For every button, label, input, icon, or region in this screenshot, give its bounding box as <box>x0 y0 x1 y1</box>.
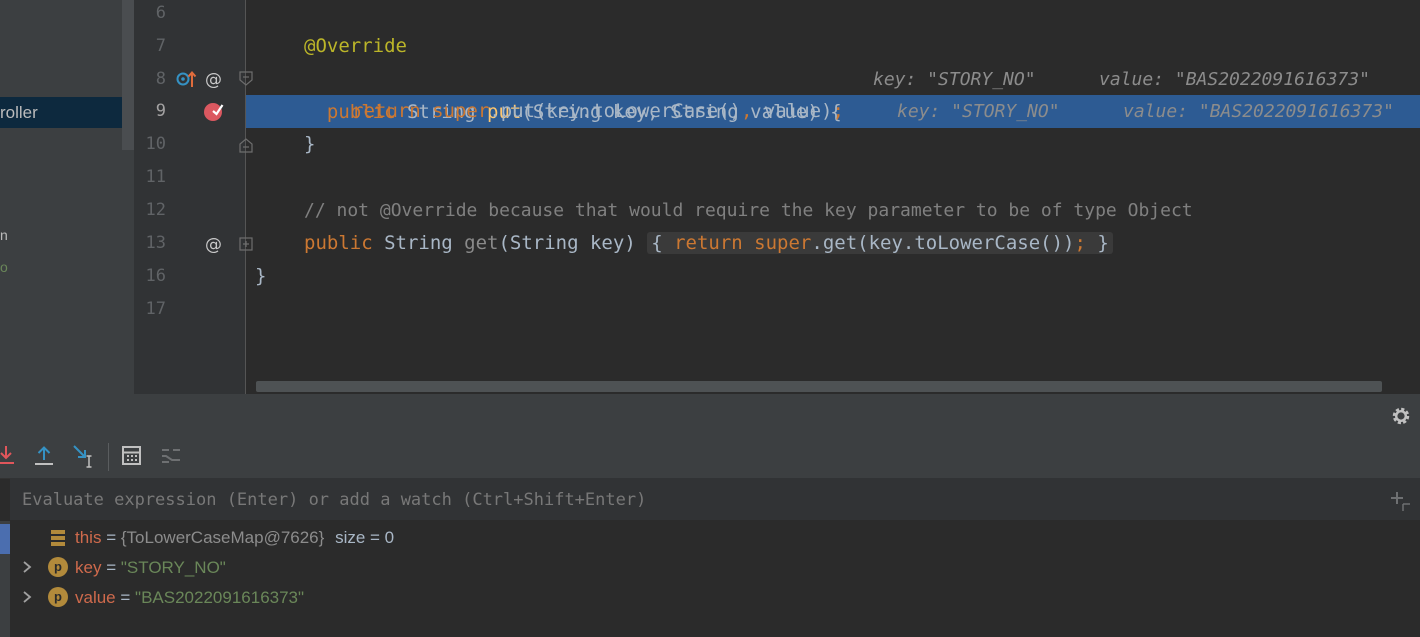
code-comment-line-12: // not @Override because that would requ… <box>304 200 1193 221</box>
frames-pane-edge <box>0 521 10 637</box>
svg-text:@: @ <box>205 235 222 254</box>
watch-expression-bar <box>10 478 1420 522</box>
breakpoint-icon[interactable] <box>202 100 226 124</box>
project-tree-fragment: n <box>0 227 8 243</box>
frame-selected[interactable] <box>0 524 10 554</box>
variable-equals: = <box>120 588 131 607</box>
inline-debug-hint-value: value: "BAS2022091616373" <box>1099 69 1370 90</box>
code-line-16: } <box>255 265 267 287</box>
project-tree-item-selected[interactable]: roller <box>0 97 122 128</box>
line-number: 13 <box>145 233 166 253</box>
line-number: 11 <box>145 167 166 187</box>
step-out-icon[interactable] <box>33 444 55 468</box>
evaluate-expression-icon[interactable] <box>121 445 143 467</box>
inline-debug-hint-key: key: "STORY_NO" <box>897 101 1060 122</box>
editor-horizontal-scrollbar[interactable] <box>256 381 1382 392</box>
code-line-13: public String get(String key) { return s… <box>304 227 1113 260</box>
run-to-cursor-icon[interactable] <box>72 444 96 470</box>
gear-icon[interactable] <box>1390 405 1412 427</box>
gutter-divider <box>245 0 246 394</box>
debug-toolbar <box>0 436 1420 479</box>
sidebar-scrollbar[interactable] <box>122 0 134 150</box>
toolbar-separator <box>108 443 109 471</box>
line-number: 8 <box>155 69 166 89</box>
fold-open-icon[interactable] <box>238 70 254 88</box>
code-line-9: return super.put(key.toLowerCase(), valu… <box>352 100 844 122</box>
variable-name: this <box>75 528 102 547</box>
line-number: 12 <box>145 200 166 220</box>
project-tree-fragment: o <box>0 259 8 275</box>
variable-name: key <box>75 558 102 577</box>
line-number: 7 <box>155 36 166 56</box>
code-line-10: } <box>304 133 316 155</box>
project-sidebar: roller n o <box>0 0 134 394</box>
line-number: 9 <box>155 101 166 121</box>
variable-value: "STORY_NO" <box>120 558 226 577</box>
project-tree-item-label: roller <box>0 103 38 122</box>
variable-extra: size = 0 <box>335 528 395 547</box>
watch-expression-input[interactable] <box>10 478 1384 522</box>
line-number: 6 <box>155 3 166 23</box>
code-line-7: @Override <box>304 35 407 57</box>
variable-value: "BAS2022091616373" <box>135 588 305 607</box>
chevron-right-icon[interactable] <box>20 590 34 604</box>
parameter-icon: p <box>48 587 68 607</box>
line-number: 17 <box>145 299 166 319</box>
annotation-at-icon[interactable]: @ <box>204 69 224 89</box>
inline-debug-hint-value: value: "BAS2022091616373" <box>1123 101 1394 122</box>
fold-expand-icon[interactable] <box>238 236 254 252</box>
variable-value: {ToLowerCaseMap@7626} <box>120 528 325 547</box>
debug-panel-header <box>0 396 1420 436</box>
trace-current-stream-icon[interactable] <box>160 445 182 467</box>
inline-debug-hint-key: key: "STORY_NO" <box>873 69 1036 90</box>
line-number: 10 <box>145 134 166 154</box>
add-watch-icon[interactable] <box>1390 490 1412 512</box>
annotation-at-icon[interactable]: @ <box>204 234 224 254</box>
chevron-right-icon[interactable] <box>20 560 34 574</box>
force-step-into-icon[interactable] <box>0 444 18 468</box>
fold-close-icon[interactable] <box>238 136 254 154</box>
variable-equals: = <box>106 558 117 577</box>
parameter-icon: p <box>48 557 68 577</box>
override-implementation-icon[interactable] <box>176 69 198 89</box>
svg-text:@: @ <box>205 70 222 89</box>
variable-name: value <box>75 588 116 607</box>
variable-equals: = <box>106 528 117 547</box>
object-fields-icon <box>51 530 65 546</box>
line-number: 16 <box>145 266 166 286</box>
